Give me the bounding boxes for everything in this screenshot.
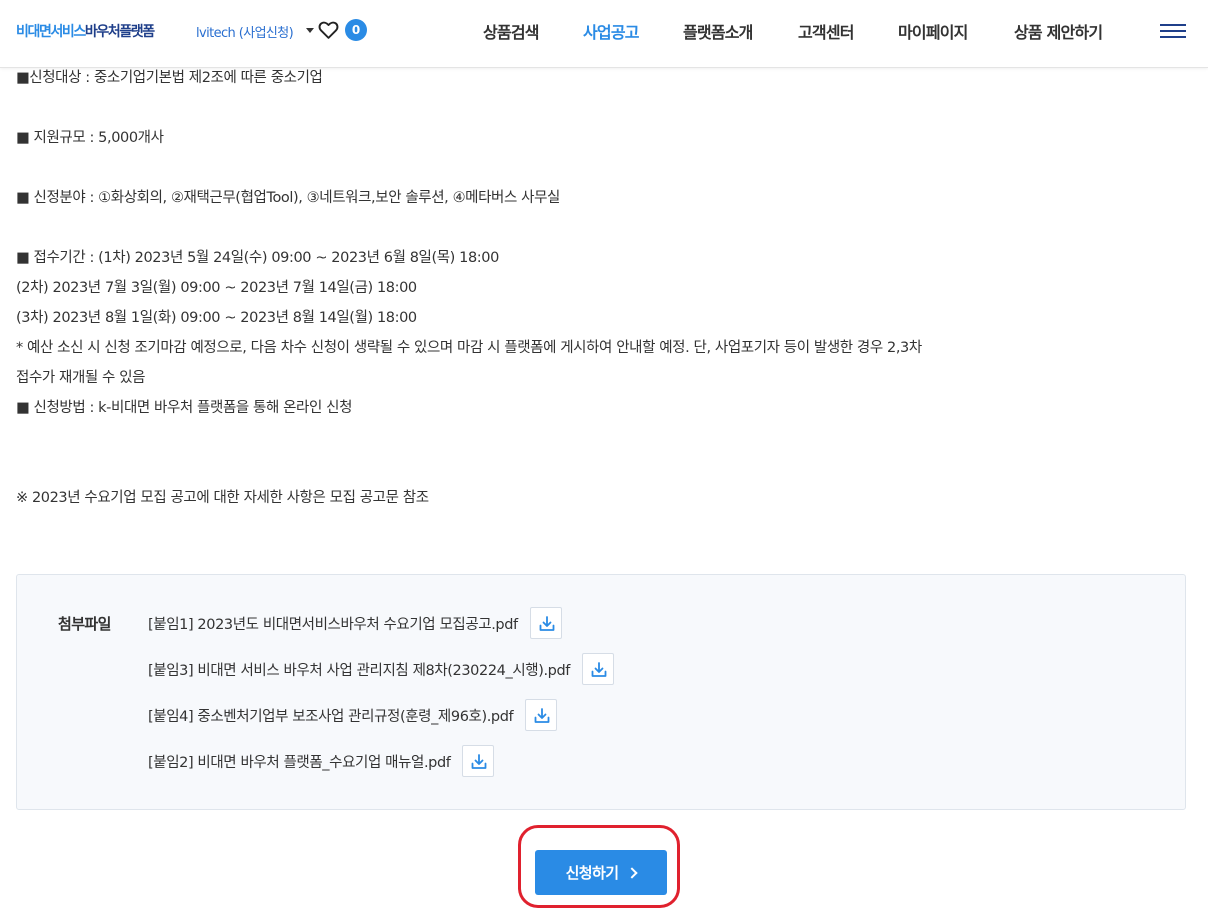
download-icon: [534, 708, 550, 723]
nav-product-proposal[interactable]: 상품 제안하기: [1014, 19, 1103, 43]
attachments-title: 첨부파일: [58, 615, 111, 633]
nav-platform-intro[interactable]: 플랫폼소개: [683, 19, 753, 43]
hamburger-menu-icon[interactable]: [1160, 24, 1186, 38]
attachment-file-name[interactable]: [붙임2] 비대면 바우처 플랫폼_수요기업 매뉴얼.pdf: [148, 751, 451, 772]
notice-line: * 예산 소신 시 신청 조기마감 예정으로, 다음 차수 신청이 생략될 수 …: [16, 340, 922, 356]
apply-button[interactable]: 신청하기: [535, 850, 667, 895]
download-icon: [539, 616, 555, 631]
download-button[interactable]: [582, 653, 614, 685]
attachment-file-name[interactable]: [붙임3] 비대면 서비스 바우처 사업 관리지침 제8차(230224_시행)…: [148, 659, 570, 680]
chevron-down-icon[interactable]: [306, 28, 314, 33]
notice-line: (2차) 2023년 7월 3일(월) 09:00 ~ 2023년 7월 14일…: [16, 280, 417, 296]
download-button[interactable]: [462, 745, 495, 777]
attachment-file-name[interactable]: [붙임4] 중소벤처기업부 보조사업 관리규정(훈령_제96호).pdf: [148, 705, 514, 726]
attachment-row: [붙임3] 비대면 서비스 바우처 사업 관리지침 제8차(230224_시행)…: [148, 653, 614, 685]
site-logo[interactable]: 비대면서비스바우처플랫폼: [16, 21, 155, 41]
logo-text-part1: 비대면서비스: [16, 24, 86, 40]
attachment-row: [붙임2] 비대면 바우처 플랫폼_수요기업 매뉴얼.pdf: [148, 745, 495, 777]
download-button[interactable]: [525, 699, 558, 731]
wishlist-count-badge: 0: [345, 19, 367, 41]
download-icon: [472, 754, 487, 769]
notice-line: 접수가 재개될 수 있음: [16, 370, 146, 386]
notice-line: ■ 신청방법 : k-비대면 바우처 플랫폼을 통해 온라인 신청: [16, 400, 353, 416]
logo-text-part2: 바우처플랫폼: [84, 24, 155, 40]
notice-line: ■ 지원규모 : 5,000개사: [16, 130, 164, 146]
attachment-file-name[interactable]: [붙임1] 2023년도 비대면서비스바우처 수요기업 모집공고.pdf: [148, 613, 518, 634]
notice-line: ■ 신정분야 : ①화상회의, ②재택근무(협업Tool), ③네트워크,보안 …: [16, 190, 560, 206]
attachments-panel: 첨부파일 [붙임1] 2023년도 비대면서비스바우처 수요기업 모집공고.pd…: [16, 574, 1186, 810]
nav-business-notice[interactable]: 사업공고: [583, 19, 639, 43]
user-account-menu[interactable]: lvitech (사업신청): [196, 22, 294, 41]
notice-line: ※ 2023년 수요기업 모집 공고에 대한 자세한 사항은 모집 공고문 참조: [16, 490, 429, 506]
heart-icon[interactable]: [318, 20, 339, 40]
nav-product-search[interactable]: 상품검색: [483, 19, 539, 43]
chevron-right-icon: [626, 866, 639, 879]
notice-line: ■ 접수기간 : (1차) 2023년 5월 24일(수) 09:00 ~ 20…: [16, 250, 499, 266]
download-icon: [591, 662, 607, 677]
attachment-row: [붙임1] 2023년도 비대면서비스바우처 수요기업 모집공고.pdf: [148, 607, 562, 639]
site-header: 비대면서비스바우처플랫폼 lvitech (사업신청) 0 상품검색 사업공고 …: [0, 0, 1208, 68]
attachment-row: [붙임4] 중소벤처기업부 보조사업 관리규정(훈령_제96호).pdf: [148, 699, 558, 731]
nav-mypage[interactable]: 마이페이지: [898, 19, 968, 43]
nav-customer-center[interactable]: 고객센터: [798, 19, 854, 43]
notice-line: (3차) 2023년 8월 1일(화) 09:00 ~ 2023년 8월 14일…: [16, 310, 417, 326]
apply-button-label: 신청하기: [565, 865, 619, 882]
download-button[interactable]: [529, 607, 562, 639]
notice-line: ■신청대상 : 중소기업기본법 제2조에 따른 중소기업: [16, 70, 323, 86]
